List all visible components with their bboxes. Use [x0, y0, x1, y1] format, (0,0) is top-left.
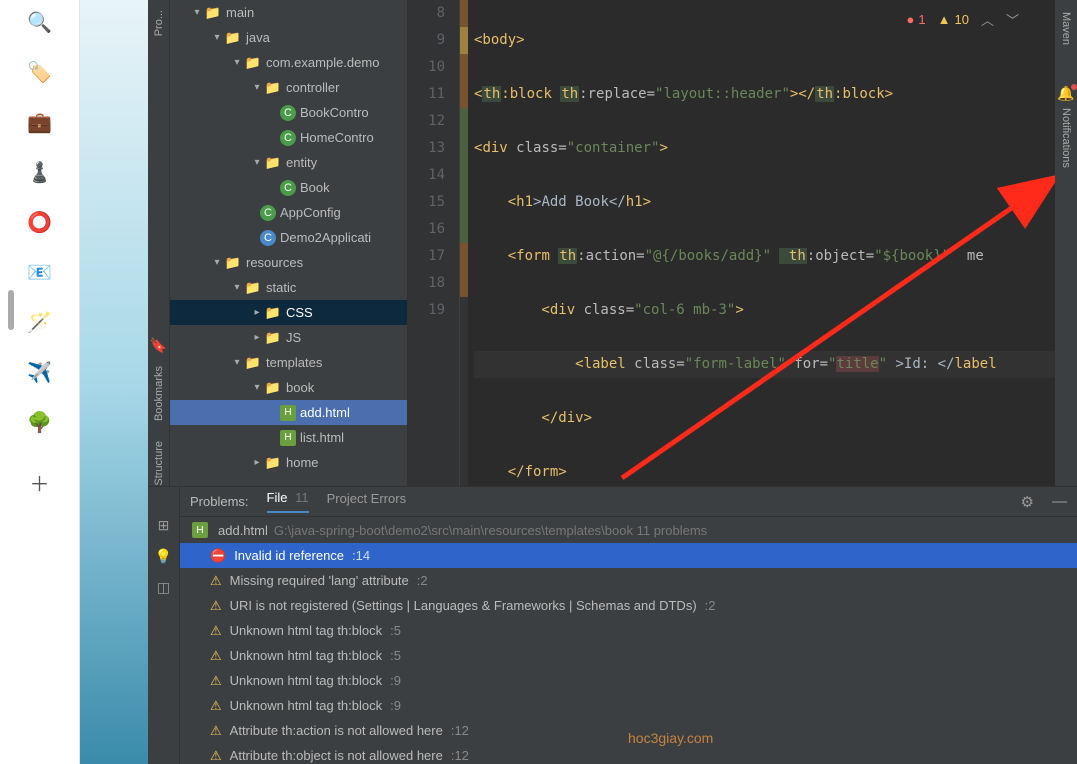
tree-add-html[interactable]: add.html [300, 405, 350, 420]
project-tool-button[interactable]: Pro... [153, 10, 165, 36]
tree-package[interactable]: com.example.demo [266, 55, 379, 70]
layout-icon[interactable]: ◫ [157, 579, 170, 596]
html-file-icon: H [280, 430, 296, 446]
problems-file-header[interactable]: H add.html G:\java-spring-boot\demo2\src… [180, 517, 1077, 543]
warning-icon: ⚠ [210, 698, 222, 714]
problem-item[interactable]: ⚠URI is not registered (Settings | Langu… [180, 593, 1077, 618]
problem-item[interactable]: ⚠Attribute th:action is not allowed here… [180, 718, 1077, 743]
tree-static[interactable]: static [266, 280, 296, 295]
problem-item[interactable]: ⛔Invalid id reference :14 [180, 543, 1077, 568]
tree-book-class[interactable]: Book [300, 180, 330, 195]
problem-item[interactable]: ⚠Missing required 'lang' attribute :2 [180, 568, 1077, 593]
taskbar-wand-icon[interactable]: 🪄 [26, 308, 54, 336]
tree-home[interactable]: home [286, 455, 319, 470]
prev-highlight-icon[interactable]: ︿ [981, 10, 994, 29]
problems-list[interactable]: ⛔Invalid id reference :14⚠Missing requir… [180, 543, 1077, 764]
taskbar-loop-icon[interactable]: ⭕ [26, 208, 54, 236]
warning-icon: ⚠ [210, 598, 222, 614]
notifications-tool-button[interactable]: Notifications [1060, 108, 1072, 168]
tree-homecontroller[interactable]: HomeContro [300, 130, 374, 145]
editor[interactable]: 8910111213141516171819 <body> <th:block … [408, 0, 1055, 486]
warning-icon: ⚠ [210, 673, 222, 689]
class-icon: C [260, 230, 276, 246]
tree-css[interactable]: CSS [286, 305, 313, 320]
structure-tool-button[interactable]: Structure [153, 441, 165, 486]
minimize-icon[interactable]: — [1052, 493, 1067, 510]
class-icon: C [260, 205, 276, 221]
html-file-icon: H [192, 522, 208, 538]
tree-list-html[interactable]: list.html [300, 430, 344, 445]
tab-project-errors[interactable]: Project Errors [327, 491, 406, 512]
error-icon: ⛔ [210, 548, 226, 564]
maven-tool-button[interactable]: Maven [1060, 12, 1072, 45]
warning-icon: ⚠ [210, 648, 222, 664]
code-body[interactable]: <body> <th:block th:replace="layout::hea… [468, 0, 1055, 486]
class-icon: C [280, 180, 296, 196]
taskbar-briefcase-icon[interactable]: 💼 [26, 108, 54, 136]
notifications-icon[interactable]: 🔔 [1057, 85, 1074, 102]
problems-panel: ⊞ 💡 ◫ Problems: File 11 Project Errors ⚙… [148, 486, 1077, 764]
warning-icon: ⚠ [210, 573, 222, 589]
next-highlight-icon[interactable]: ﹀ [1006, 10, 1019, 29]
right-tool-rail: Maven 🔔 Notifications [1055, 0, 1077, 486]
taskbar-telegram-icon[interactable]: ✈️ [26, 358, 54, 386]
tree-bookcontroller[interactable]: BookContro [300, 105, 369, 120]
tree-java[interactable]: java [246, 30, 270, 45]
problems-label: Problems: [190, 494, 249, 509]
tree-resources[interactable]: resources [246, 255, 303, 270]
tree-demo2app[interactable]: Demo2Applicati [280, 230, 371, 245]
ide-window: Pro... 🔖 Bookmarks Structure ▾📁main ▾📁ja… [148, 0, 1077, 764]
indent-guides [460, 0, 468, 486]
tree-entity[interactable]: entity [286, 155, 317, 170]
tree-tpl-book[interactable]: book [286, 380, 314, 395]
problem-item[interactable]: ⚠Unknown html tag th:block :9 [180, 668, 1077, 693]
taskbar-tree-icon[interactable]: 🌳 [26, 408, 54, 436]
inspection-status[interactable]: ●1 ▲10 ︿ ﹀ [907, 10, 1019, 29]
taskbar-tag-icon[interactable]: 🏷️ [26, 58, 54, 86]
bulb-icon[interactable]: 💡 [155, 548, 172, 565]
project-tree[interactable]: ▾📁main ▾📁java ▾📁com.example.demo ▾📁contr… [170, 0, 408, 486]
tree-templates[interactable]: templates [266, 355, 322, 370]
resize-handle[interactable] [8, 290, 14, 330]
problem-item[interactable]: ⚠Unknown html tag th:block :5 [180, 618, 1077, 643]
bookmark-icon[interactable]: 🔖 [150, 337, 167, 354]
problem-item[interactable]: ⚠Unknown html tag th:block :9 [180, 693, 1077, 718]
problem-item[interactable]: ⚠Unknown html tag th:block :5 [180, 643, 1077, 668]
html-file-icon: H [280, 405, 296, 421]
taskbar-add-icon[interactable]: ＋ [26, 468, 54, 496]
tree-controller[interactable]: controller [286, 80, 339, 95]
desktop-background [80, 0, 148, 764]
taskbar-chess-icon[interactable]: ♟️ [26, 158, 54, 186]
gear-icon[interactable]: ⚙ [1021, 493, 1034, 511]
warning-icon: ⚠ [210, 723, 222, 739]
taskbar-outlook-icon[interactable]: 📧 [26, 258, 54, 286]
warning-icon: ⚠ [210, 623, 222, 639]
problems-tabs: Problems: File 11 Project Errors ⚙ — [180, 487, 1077, 517]
tree-appconfig[interactable]: AppConfig [280, 205, 341, 220]
class-icon: C [280, 130, 296, 146]
tree-js[interactable]: JS [286, 330, 301, 345]
warning-icon: ▲ [938, 12, 951, 27]
warning-icon: ⚠ [210, 748, 222, 764]
class-icon: C [280, 105, 296, 121]
bookmarks-tool-button[interactable]: Bookmarks [153, 366, 165, 421]
tree-view-icon[interactable]: ⊞ [158, 517, 170, 534]
error-icon: ● [907, 12, 915, 27]
gutter: 8910111213141516171819 [408, 0, 460, 486]
problems-toolbar: ⊞ 💡 ◫ [148, 487, 180, 764]
windows-taskbar: 🔍 🏷️ 💼 ♟️ ⭕ 📧 🪄 ✈️ 🌳 ＋ [0, 0, 80, 764]
problem-item[interactable]: ⚠Attribute th:object is not allowed here… [180, 743, 1077, 764]
taskbar-search-icon[interactable]: 🔍 [26, 8, 54, 36]
left-tool-rail: Pro... 🔖 Bookmarks Structure [148, 0, 170, 486]
tab-file[interactable]: File 11 [267, 490, 309, 513]
tree-main[interactable]: main [226, 5, 254, 20]
